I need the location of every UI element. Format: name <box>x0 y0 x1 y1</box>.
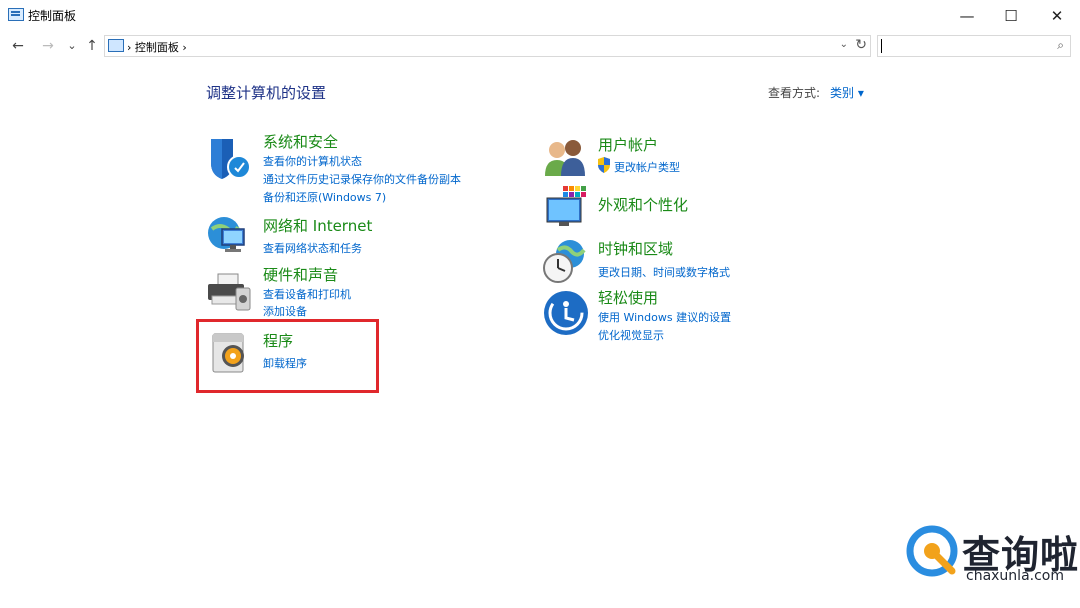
appearance-monitor-icon[interactable] <box>543 184 589 230</box>
close-button[interactable]: ✕ <box>1034 0 1080 31</box>
category-network-internet[interactable]: 网络和 Internet <box>263 215 372 236</box>
category-system-security[interactable]: 系统和安全 <box>263 131 338 152</box>
link-change-account-type[interactable]: 更改帐户类型 <box>614 159 680 175</box>
back-arrow-icon[interactable]: ← <box>8 37 28 55</box>
highlight-box <box>196 319 379 393</box>
title-bar: 控制面板 — ☐ ✕ <box>0 0 1080 31</box>
link-add-device[interactable]: 添加设备 <box>263 303 307 319</box>
control-panel-icon <box>108 39 124 52</box>
up-arrow-icon[interactable]: ↑ <box>82 37 102 55</box>
search-icon[interactable]: ⌕ <box>1057 38 1064 53</box>
printer-speaker-icon[interactable] <box>206 268 252 314</box>
link-network-status[interactable]: 查看网络状态和任务 <box>263 240 362 256</box>
window-title: 控制面板 <box>28 9 77 23</box>
link-devices-printers[interactable]: 查看设备和打印机 <box>263 286 351 302</box>
text-caret <box>881 39 882 53</box>
clock-globe-icon[interactable] <box>542 238 588 284</box>
chevron-down-icon[interactable]: ⌄ <box>840 39 848 50</box>
view-by-dropdown[interactable]: 类别 ▾ <box>830 84 864 101</box>
category-ease-of-access[interactable]: 轻松使用 <box>598 287 658 308</box>
security-shield-icon[interactable] <box>207 135 253 181</box>
uac-shield-icon <box>598 157 610 173</box>
link-change-date-time-format[interactable]: 更改日期、时间或数字格式 <box>598 264 730 280</box>
link-check-computer-status[interactable]: 查看你的计算机状态 <box>263 153 362 169</box>
user-accounts-icon[interactable] <box>543 136 589 182</box>
search-input[interactable]: ⌕ <box>877 35 1071 57</box>
link-optimize-visual-display[interactable]: 优化视觉显示 <box>598 327 664 343</box>
category-user-accounts[interactable]: 用户帐户 <box>598 134 658 155</box>
page-title: 调整计算机的设置 <box>206 84 327 102</box>
view-by-label: 查看方式: <box>768 86 821 100</box>
network-globe-icon[interactable] <box>206 211 252 257</box>
category-clock-region[interactable]: 时钟和区域 <box>598 238 673 259</box>
category-appearance-personalization[interactable]: 外观和个性化 <box>598 194 688 215</box>
link-file-history[interactable]: 通过文件历史记录保存你的文件备份副本 <box>263 171 461 187</box>
breadcrumb[interactable]: › 控制面板 › <box>127 39 187 55</box>
watermark-url: chaxunla.com <box>966 568 1064 584</box>
forward-arrow-icon[interactable]: → <box>38 37 58 55</box>
refresh-icon[interactable]: ↻ <box>855 37 867 53</box>
recent-locations-chevron-icon[interactable]: ⌄ <box>62 37 82 55</box>
category-hardware-sound[interactable]: 硬件和声音 <box>263 264 338 285</box>
watermark-logo-icon <box>906 525 958 577</box>
address-bar[interactable]: › 控制面板 › ⌄ ↻ <box>104 35 871 57</box>
control-panel-icon <box>8 8 24 21</box>
link-recommended-settings[interactable]: 使用 Windows 建议的设置 <box>598 309 731 325</box>
minimize-button[interactable]: — <box>944 0 990 31</box>
link-backup-restore[interactable]: 备份和还原(Windows 7) <box>263 189 386 205</box>
ease-of-access-icon[interactable] <box>543 290 589 336</box>
maximize-button[interactable]: ☐ <box>988 0 1034 31</box>
